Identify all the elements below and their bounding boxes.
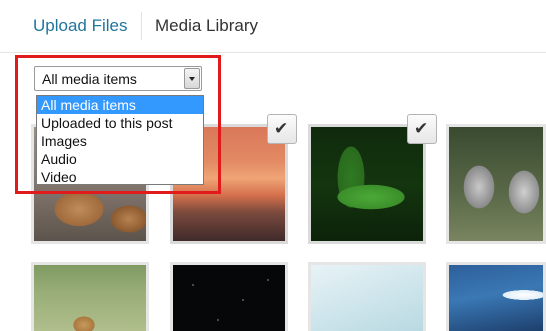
lemurs-image — [449, 127, 543, 241]
tab-media-library[interactable]: Media Library — [155, 16, 258, 36]
media-thumbnail-blue-sky[interactable] — [446, 262, 546, 331]
media-thumbnail-lemurs[interactable] — [446, 124, 546, 244]
annotation-highlight-box — [15, 55, 221, 194]
lion-grass-image — [34, 265, 146, 331]
leaves-image — [311, 127, 423, 241]
media-tabs: Upload Files Media Library — [0, 0, 546, 53]
stars-image — [173, 265, 285, 331]
tab-upload-files[interactable]: Upload Files — [33, 16, 128, 36]
media-thumbnail-stars[interactable] — [170, 262, 288, 331]
media-thumbnail-pale-blue[interactable] — [308, 262, 426, 331]
selected-check-icon[interactable]: ✔ — [407, 114, 437, 144]
selected-check-icon[interactable]: ✔ — [267, 114, 297, 144]
blue-sky-image — [449, 265, 543, 331]
tab-divider — [141, 12, 142, 40]
pale-blue-image — [311, 265, 423, 331]
media-thumbnail-lion-grass[interactable] — [31, 262, 149, 331]
